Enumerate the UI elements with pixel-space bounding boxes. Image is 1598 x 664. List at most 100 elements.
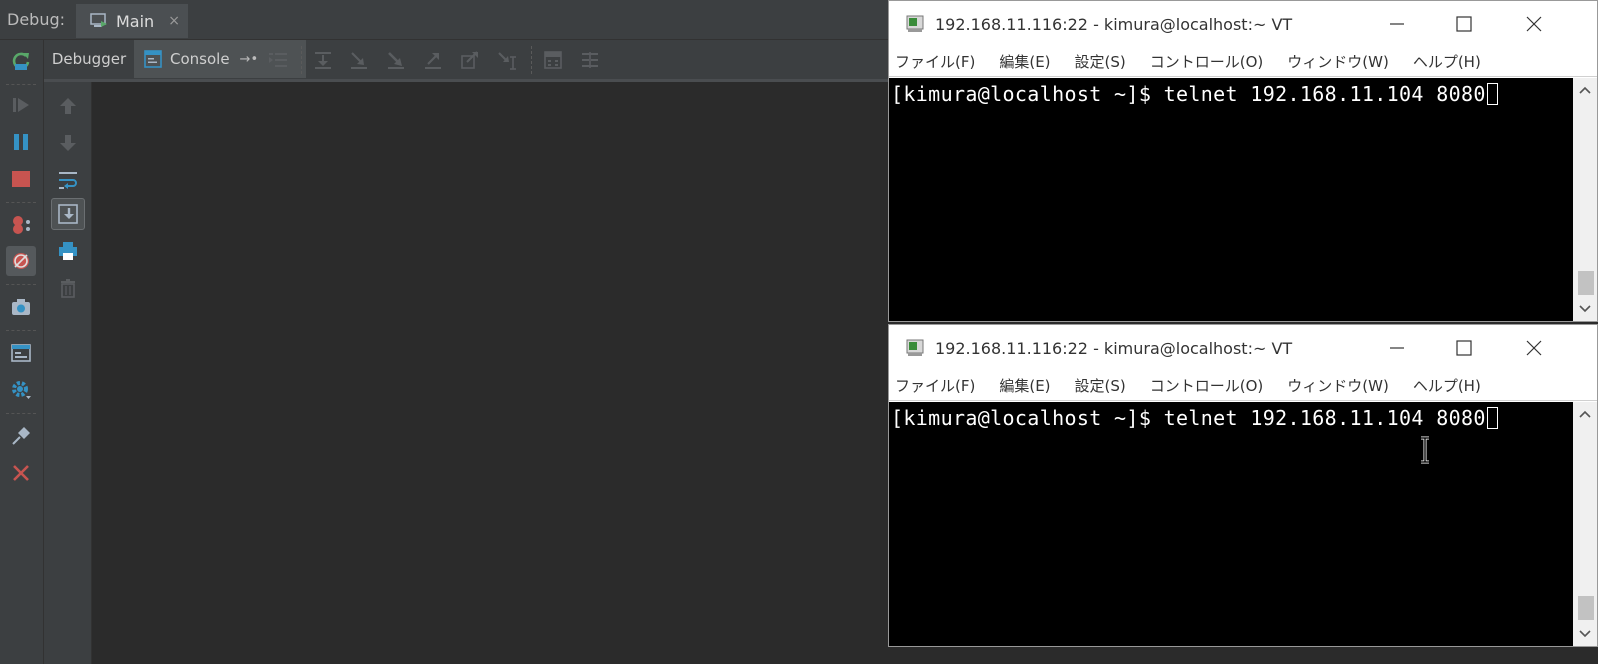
pause-button[interactable]: [6, 127, 36, 157]
run-to-cursor-icon: [498, 52, 516, 70]
restore-layout-button[interactable]: [6, 338, 36, 368]
force-step-into-button[interactable]: [384, 48, 408, 72]
maximize-button[interactable]: [1444, 333, 1484, 363]
show-execution-point-button[interactable]: [266, 48, 290, 72]
pin-tab-icon[interactable]: →•: [240, 52, 259, 67]
drop-frame-button[interactable]: [458, 48, 482, 72]
close-debug-button[interactable]: [6, 458, 36, 488]
layout-icon: [11, 344, 31, 362]
stop-icon: [12, 171, 30, 187]
rerun-button[interactable]: [6, 46, 36, 76]
stop-button[interactable]: [6, 164, 36, 194]
step-into-button[interactable]: [347, 48, 371, 72]
minimize-button[interactable]: [1377, 9, 1417, 39]
terminal-scrollbar[interactable]: [1573, 402, 1597, 646]
terminal-screen[interactable]: [kimura@localhost ~]$ telnet 192.168.11.…: [889, 402, 1573, 646]
console-side-toolbar: [44, 82, 92, 664]
toolbar-separator: [6, 202, 36, 203]
terminal-title-bar[interactable]: 192.168.11.116:22 - kimura@localhost:~ V…: [889, 1, 1597, 47]
debug-header: Debug: Main ×: [0, 0, 888, 40]
minimize-button[interactable]: [1377, 333, 1417, 363]
print-icon: [59, 242, 77, 260]
terminal-cursor: [1486, 83, 1498, 105]
ide-debug-panel: Debug: Main × Debugger Console →•: [0, 0, 888, 664]
terminal-title-bar[interactable]: 192.168.11.116:22 - kimura@localhost:~ V…: [889, 325, 1597, 371]
terminal-cursor: [1486, 407, 1498, 429]
menu-file[interactable]: ファイル(F): [895, 51, 975, 72]
run-tab-main[interactable]: Main ×: [76, 4, 188, 38]
scroll-down-arrow[interactable]: [1575, 625, 1595, 643]
step-over-button[interactable]: [311, 48, 335, 72]
terminal-command-line: [kimura@localhost ~]$ telnet 192.168.11.…: [891, 82, 1486, 106]
menu-window[interactable]: ウィンドウ(W): [1287, 375, 1389, 396]
print-button[interactable]: [51, 235, 85, 267]
close-window-button[interactable]: [1514, 333, 1554, 363]
evaluate-expression-button[interactable]: [541, 48, 565, 72]
up-stack-button[interactable]: [51, 90, 85, 122]
chevron-down-icon: [1579, 305, 1591, 313]
stream-trace-icon: [582, 52, 598, 68]
resume-icon: [13, 98, 29, 112]
clear-all-button[interactable]: [51, 272, 85, 304]
menu-setup[interactable]: 設定(S): [1075, 375, 1126, 396]
soft-wrap-button[interactable]: [51, 164, 85, 196]
menu-control[interactable]: コントロール(O): [1150, 375, 1264, 396]
view-breakpoints-icon: [13, 216, 30, 234]
view-breakpoints-button[interactable]: [6, 210, 36, 240]
calculator-icon: [544, 51, 562, 69]
debug-left-toolbar: [0, 40, 44, 664]
menu-setup[interactable]: 設定(S): [1075, 51, 1126, 72]
pin-icon: [12, 427, 30, 445]
menu-help[interactable]: ヘルプ(H): [1413, 375, 1481, 396]
close-tab-icon[interactable]: ×: [168, 13, 180, 29]
menu-control[interactable]: コントロール(O): [1150, 51, 1264, 72]
toolbar-separator: [531, 46, 532, 74]
scroll-up-arrow[interactable]: [1575, 81, 1595, 99]
up-arrow-icon: [60, 98, 76, 114]
pin-button[interactable]: [6, 421, 36, 451]
maximize-button[interactable]: [1444, 9, 1484, 39]
close-icon: [1526, 340, 1542, 356]
step-over-icon: [315, 52, 331, 69]
step-out-icon: [425, 53, 441, 69]
terminal-scrollbar[interactable]: [1573, 78, 1597, 321]
menu-window[interactable]: ウィンドウ(W): [1287, 51, 1389, 72]
scroll-thumb[interactable]: [1578, 596, 1594, 620]
step-into-icon: [351, 52, 367, 69]
settings-icon: [12, 381, 31, 399]
settings-button[interactable]: [6, 375, 36, 405]
drop-frame-icon: [461, 51, 478, 69]
terminal-window: 192.168.11.116:22 - kimura@localhost:~ V…: [888, 0, 1598, 322]
menu-file[interactable]: ファイル(F): [895, 375, 975, 396]
trace-current-stream-button[interactable]: [578, 48, 602, 72]
pause-icon: [14, 134, 28, 150]
close-window-button[interactable]: [1514, 9, 1554, 39]
run-to-cursor-button[interactable]: [495, 48, 519, 72]
get-thread-dump-button[interactable]: [6, 292, 36, 322]
terminal-command-line: [kimura@localhost ~]$ telnet 192.168.11.…: [891, 406, 1486, 430]
step-out-button[interactable]: [421, 48, 445, 72]
scroll-down-arrow[interactable]: [1575, 300, 1595, 318]
resume-button[interactable]: [6, 90, 36, 120]
menu-edit[interactable]: 編集(E): [999, 51, 1050, 72]
toolbar-separator: [6, 330, 36, 331]
chevron-up-icon: [1579, 410, 1591, 418]
maximize-icon: [1456, 16, 1472, 32]
debug-tab-toolbar: Debugger Console →•: [44, 40, 888, 82]
scroll-thumb[interactable]: [1578, 271, 1594, 295]
down-stack-button[interactable]: [51, 127, 85, 159]
scroll-up-arrow[interactable]: [1575, 405, 1595, 423]
mute-breakpoints-button[interactable]: [6, 246, 36, 276]
tab-console-label: Console: [170, 50, 230, 68]
scroll-to-end-button[interactable]: [51, 198, 85, 230]
chevron-up-icon: [1579, 86, 1591, 94]
menu-edit[interactable]: 編集(E): [999, 375, 1050, 396]
menu-help[interactable]: ヘルプ(H): [1413, 51, 1481, 72]
toolbar-separator: [6, 413, 36, 414]
minimize-icon: [1390, 347, 1404, 349]
toolbar-separator: [6, 84, 36, 85]
terminal-screen[interactable]: [kimura@localhost ~]$ telnet 192.168.11.…: [889, 78, 1573, 321]
text-cursor-icon: [1421, 436, 1429, 464]
console-output-area[interactable]: [92, 82, 888, 664]
tab-debugger[interactable]: Debugger: [44, 40, 134, 78]
